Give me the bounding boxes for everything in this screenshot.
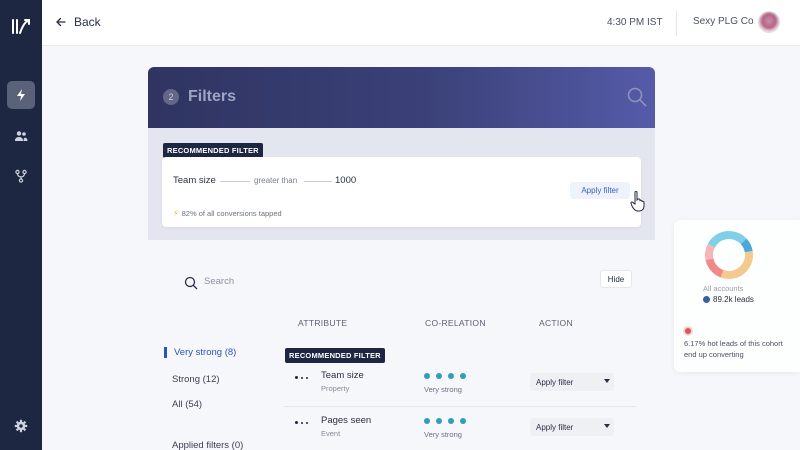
filters-step-number: 2 — [163, 89, 179, 105]
correlation-dots — [424, 373, 466, 379]
search-icon — [184, 276, 198, 290]
connector-line — [304, 181, 332, 182]
correlation-label: Very strong — [424, 385, 462, 394]
all-accounts-label: All accounts — [703, 284, 744, 293]
filters-title: Filters — [188, 88, 237, 105]
row-apply-filter-button[interactable]: Apply filter — [530, 373, 614, 391]
nav-lightning[interactable] — [7, 81, 35, 109]
app-logo-icon[interactable] — [10, 16, 32, 38]
hot-leads-icon — [683, 326, 693, 336]
summary-card: All accounts 89.2k leads 6.17% hot leads… — [674, 220, 800, 372]
arrow-left-icon — [56, 17, 66, 27]
sidebar — [0, 0, 42, 450]
nav-branch[interactable] — [7, 162, 35, 190]
row-divider — [284, 406, 636, 407]
recommended-filter-card: Team size greater than 1000 Apply filter… — [162, 157, 641, 227]
branch-icon — [15, 169, 27, 183]
tab-applied-filters[interactable]: Applied filters (0) — [172, 440, 243, 450]
search-placeholder: Search — [204, 276, 235, 287]
lightning-icon: ⚡ — [173, 209, 179, 218]
hot-leads-text: 6.17% hot leads of this cohort end up co… — [684, 339, 783, 359]
leads-count: 89.2k leads — [703, 295, 754, 304]
search-icon[interactable] — [626, 86, 648, 108]
top-bar: Back 4:30 PM IST Sexy PLG Co — [42, 0, 800, 46]
gear-icon — [14, 419, 28, 433]
nav-settings[interactable] — [7, 412, 35, 440]
row-apply-filter-button[interactable]: Apply filter — [530, 418, 614, 436]
row-attribute-type: Event — [321, 429, 341, 438]
attribute-search[interactable]: Search — [170, 264, 628, 302]
apply-filter-button[interactable]: Apply filter — [570, 182, 630, 199]
users-icon — [15, 131, 28, 141]
correlation-label: Very strong — [424, 430, 462, 439]
row-handle-icon — [295, 421, 308, 424]
leads-count-text: 89.2k leads — [713, 295, 754, 304]
hide-button[interactable]: Hide — [600, 270, 632, 288]
row-attribute-name: Pages seen — [321, 415, 372, 426]
chevron-down-icon[interactable] — [604, 424, 610, 428]
recommended-filter-badge: RECOMMENDED FILTER — [285, 348, 385, 363]
avatar[interactable] — [758, 11, 780, 33]
back-button[interactable]: Back — [56, 15, 101, 29]
company-name[interactable]: Sexy PLG Co — [693, 16, 754, 27]
tab-very-strong[interactable]: Very strong (8) — [164, 347, 236, 358]
correlation-dots — [424, 418, 466, 424]
recommended-attribute: Team size — [173, 175, 216, 186]
chevron-down-icon[interactable] — [604, 379, 610, 383]
conversion-stat-text: 82% of all conversions tapped — [181, 209, 282, 218]
current-time: 4:30 PM IST — [607, 17, 663, 28]
nav-users[interactable] — [7, 122, 35, 150]
accounts-donut-chart — [705, 231, 753, 279]
filters-header: 2 Filters — [148, 67, 655, 128]
recommended-filter-badge: RECOMMENDED FILTER — [163, 143, 263, 158]
recommended-operator: greater than — [254, 176, 298, 185]
row-attribute-name: Team size — [321, 370, 364, 381]
column-attribute: ATTRIBUTE — [298, 318, 348, 328]
row-attribute-type: Property — [321, 384, 350, 393]
globe-icon — [703, 296, 710, 303]
hand-cursor-icon — [630, 191, 645, 212]
back-label: Back — [74, 15, 101, 29]
tab-all[interactable]: All (54) — [172, 399, 202, 410]
connector-line — [220, 181, 250, 182]
column-correlation: CO-RELATION — [425, 318, 486, 328]
column-action: ACTION — [539, 318, 573, 328]
tab-strong[interactable]: Strong (12) — [172, 374, 220, 385]
conversion-stat: ⚡ 82% of all conversions tapped — [173, 209, 282, 218]
topbar-divider — [676, 10, 677, 36]
row-handle-icon — [295, 376, 308, 379]
recommended-value: 1000 — [335, 175, 357, 186]
lightning-icon — [17, 89, 25, 101]
